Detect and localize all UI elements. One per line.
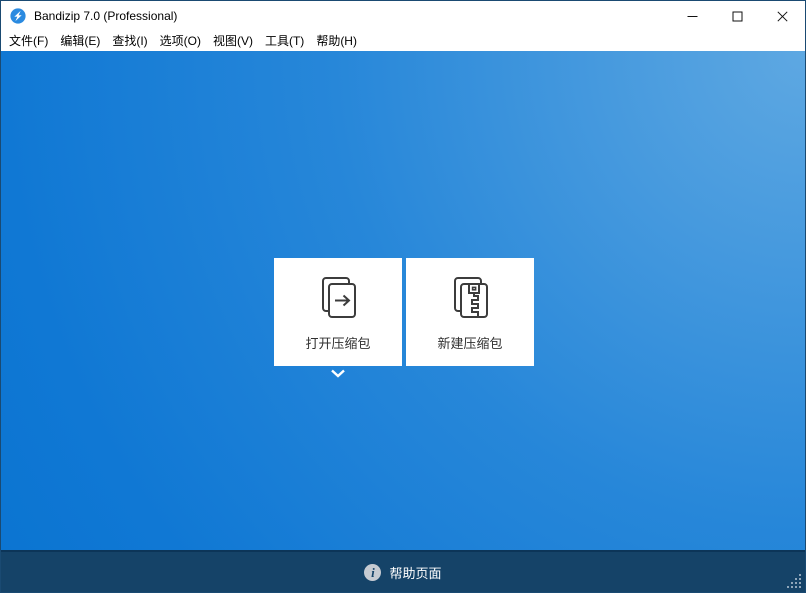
new-archive-icon	[444, 272, 496, 324]
open-archive-label: 打开压缩包	[305, 336, 371, 351]
menu-item-options[interactable]: 选项(O)	[154, 31, 207, 51]
action-cards: 打开压缩包 新建压缩包	[274, 258, 534, 366]
menu-item-help[interactable]: 帮助(H)	[310, 31, 363, 51]
menu-item-edit[interactable]: 编辑(E)	[54, 31, 106, 51]
caption-buttons	[670, 1, 805, 31]
expand-more-button[interactable]	[329, 368, 346, 380]
menu-bar: 文件(F) 编辑(E) 查找(I) 选项(O) 视图(V) 工具(T) 帮助(H…	[1, 31, 805, 51]
open-archive-card[interactable]: 打开压缩包	[274, 258, 402, 366]
open-archive-icon	[312, 272, 364, 324]
close-icon	[777, 10, 788, 22]
menu-item-tools[interactable]: 工具(T)	[259, 31, 310, 51]
maximize-button[interactable]	[715, 1, 760, 31]
close-button[interactable]	[760, 1, 805, 31]
menu-item-view[interactable]: 视图(V)	[207, 31, 259, 51]
chevron-down-icon	[330, 365, 346, 383]
help-page-label: 帮助页面	[389, 565, 442, 581]
app-window: Bandizip 7.0 (Professional) 文件(F) 编辑(E) …	[0, 0, 806, 593]
new-archive-label: 新建压缩包	[437, 336, 503, 351]
title-bar: Bandizip 7.0 (Professional)	[1, 1, 805, 31]
maximize-icon	[732, 11, 743, 22]
resize-grip-icon[interactable]	[787, 574, 802, 589]
bandizip-logo-icon	[10, 8, 26, 24]
info-icon: i	[364, 563, 382, 581]
new-archive-card[interactable]: 新建压缩包	[406, 258, 534, 366]
main-area: 打开压缩包 新建压缩包	[1, 51, 805, 552]
menu-item-find[interactable]: 查找(I)	[106, 31, 153, 51]
menu-item-file[interactable]: 文件(F)	[3, 31, 54, 51]
minimize-button[interactable]	[670, 1, 715, 31]
status-bar: i 帮助页面	[1, 550, 805, 592]
minimize-icon	[687, 11, 698, 22]
help-page-link[interactable]: i 帮助页面	[364, 563, 442, 582]
window-title: Bandizip 7.0 (Professional)	[34, 9, 178, 23]
